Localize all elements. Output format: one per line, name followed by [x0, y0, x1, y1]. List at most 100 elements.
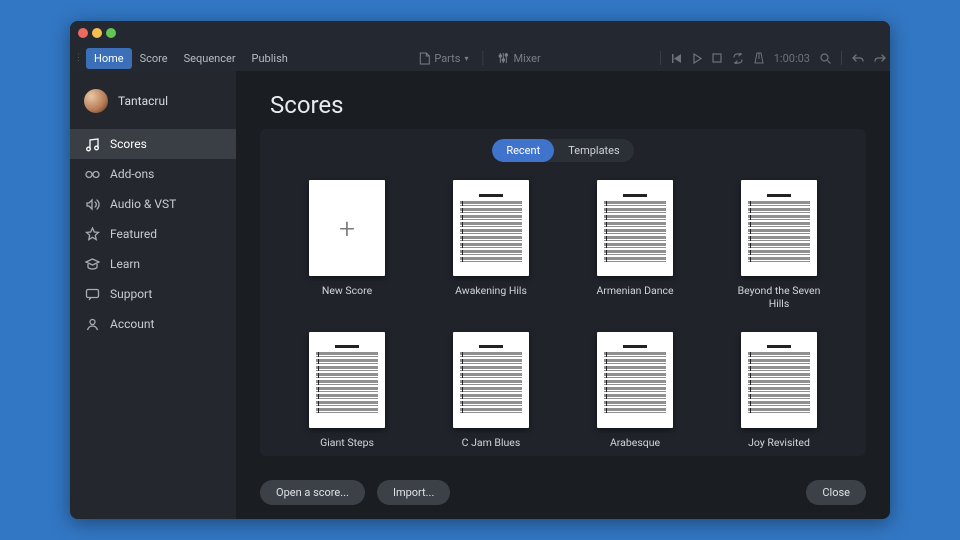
sidebar-item-featured[interactable]: Featured: [70, 219, 236, 249]
star-icon: [84, 226, 100, 242]
user-block[interactable]: Tantacrul: [70, 79, 236, 123]
mixer-icon: [497, 52, 509, 64]
menu-home[interactable]: Home: [86, 48, 132, 69]
import-button[interactable]: Import...: [377, 480, 450, 505]
mixer-label: Mixer: [513, 52, 540, 65]
window-titlebar: [70, 21, 890, 45]
score-thumbnail: [597, 180, 673, 276]
sidebar-item-account[interactable]: Account: [70, 309, 236, 339]
sheet-music-preview: [748, 190, 810, 267]
sidebar-item-label: Audio & VST: [110, 197, 176, 211]
window-minimize-button[interactable]: [92, 28, 102, 38]
sheet-music-preview: [604, 341, 666, 418]
rewind-icon[interactable]: [671, 53, 682, 64]
redo-icon[interactable]: [874, 53, 886, 64]
menubar: ⋮⋮ Home Score Sequencer Publish Parts ▾ …: [70, 45, 890, 71]
new-score-card[interactable]: +New Score: [309, 180, 385, 314]
tabs-inner: Recent Templates: [492, 139, 633, 162]
app-body: Tantacrul Scores Add-ons Audio & VST Fe: [70, 71, 890, 519]
sheet-music-preview: [604, 190, 666, 267]
playback-time: 1:00:03: [774, 52, 810, 65]
app-window: ⋮⋮ Home Score Sequencer Publish Parts ▾ …: [70, 21, 890, 519]
sheet-music-preview: [748, 341, 810, 418]
score-card[interactable]: Joy Revisited: [741, 332, 817, 453]
document-icon: [419, 52, 430, 65]
sidebar-item-label: Featured: [110, 227, 157, 241]
menubar-right: 1:00:03: [660, 51, 886, 65]
score-thumbnail: [741, 180, 817, 276]
sidebar-item-label: Learn: [110, 257, 140, 271]
main-content: Scores Recent Templates +New Score Awaken…: [236, 71, 890, 519]
score-thumbnail: [309, 332, 385, 428]
menu-score[interactable]: Score: [132, 48, 176, 69]
addons-icon: [84, 166, 100, 182]
sidebar-item-scores[interactable]: Scores: [70, 129, 236, 159]
window-maximize-button[interactable]: [106, 28, 116, 38]
score-card[interactable]: Arabesque: [597, 332, 673, 453]
window-close-button[interactable]: [78, 28, 88, 38]
score-card[interactable]: Beyond the Seven Hills: [734, 180, 824, 314]
loop-icon[interactable]: [732, 53, 744, 64]
score-thumbnail: [597, 332, 673, 428]
page-title: Scores: [236, 71, 890, 129]
score-label: Armenian Dance: [596, 284, 673, 297]
scores-panel: Recent Templates +New Score Awakening Hil…: [260, 129, 866, 456]
music-icon: [84, 136, 100, 152]
open-score-button[interactable]: Open a score...: [260, 480, 365, 505]
separator: [660, 51, 661, 65]
sidebar-item-label: Support: [110, 287, 152, 301]
parts-dropdown[interactable]: Parts ▾: [419, 52, 468, 65]
scores-grid: +New Score Awakening Hils Armenian Dance Be…: [260, 162, 866, 456]
tab-recent[interactable]: Recent: [492, 139, 554, 162]
sheet-music-preview: [316, 341, 378, 418]
plus-icon: +: [339, 212, 355, 245]
account-icon: [84, 316, 100, 332]
sidebar: Tantacrul Scores Add-ons Audio & VST Fe: [70, 71, 236, 519]
learn-icon: [84, 256, 100, 272]
score-label: Joy Revisited: [748, 436, 810, 449]
sidebar-item-label: Scores: [110, 137, 147, 151]
menubar-center: Parts ▾ Mixer: [419, 51, 540, 65]
mixer-button[interactable]: Mixer: [497, 52, 540, 65]
sidebar-item-label: Add-ons: [110, 167, 154, 181]
drag-grip-icon: ⋮⋮: [74, 53, 84, 63]
footer: Open a score... Import... Close: [236, 468, 890, 519]
menu-publish[interactable]: Publish: [244, 48, 296, 69]
close-button[interactable]: Close: [806, 480, 866, 505]
sidebar-item-label: Account: [110, 317, 154, 331]
support-icon: [84, 286, 100, 302]
separator: [841, 51, 842, 65]
sidebar-item-support[interactable]: Support: [70, 279, 236, 309]
zoom-icon[interactable]: [820, 53, 831, 64]
sidebar-item-learn[interactable]: Learn: [70, 249, 236, 279]
play-icon[interactable]: [692, 53, 702, 64]
sidebar-nav: Scores Add-ons Audio & VST Featured Lear…: [70, 129, 236, 339]
score-label: C Jam Blues: [462, 436, 521, 449]
metronome-icon[interactable]: [754, 52, 764, 64]
menu-sequencer[interactable]: Sequencer: [176, 48, 244, 69]
sidebar-item-audio[interactable]: Audio & VST: [70, 189, 236, 219]
score-thumbnail: [453, 332, 529, 428]
sidebar-item-addons[interactable]: Add-ons: [70, 159, 236, 189]
score-label: Beyond the Seven Hills: [734, 284, 824, 310]
separator: [482, 51, 483, 65]
score-label: Giant Steps: [320, 436, 374, 449]
tab-bar: Recent Templates: [260, 129, 866, 162]
stop-icon[interactable]: [712, 53, 722, 63]
undo-icon[interactable]: [852, 53, 864, 64]
score-card[interactable]: C Jam Blues: [453, 332, 529, 453]
tab-templates[interactable]: Templates: [554, 139, 633, 162]
audio-icon: [84, 196, 100, 212]
score-thumbnail: [453, 180, 529, 276]
user-name: Tantacrul: [118, 94, 168, 108]
sheet-music-preview: [460, 341, 522, 418]
score-card[interactable]: Awakening Hils: [453, 180, 529, 314]
score-label: Arabesque: [610, 436, 660, 449]
chevron-down-icon: ▾: [464, 54, 468, 63]
parts-label: Parts: [434, 52, 460, 65]
score-card[interactable]: Armenian Dance: [596, 180, 673, 314]
new-score-thumbnail: +: [309, 180, 385, 276]
score-card[interactable]: Giant Steps: [309, 332, 385, 453]
avatar: [84, 89, 108, 113]
score-label: Awakening Hils: [455, 284, 527, 297]
